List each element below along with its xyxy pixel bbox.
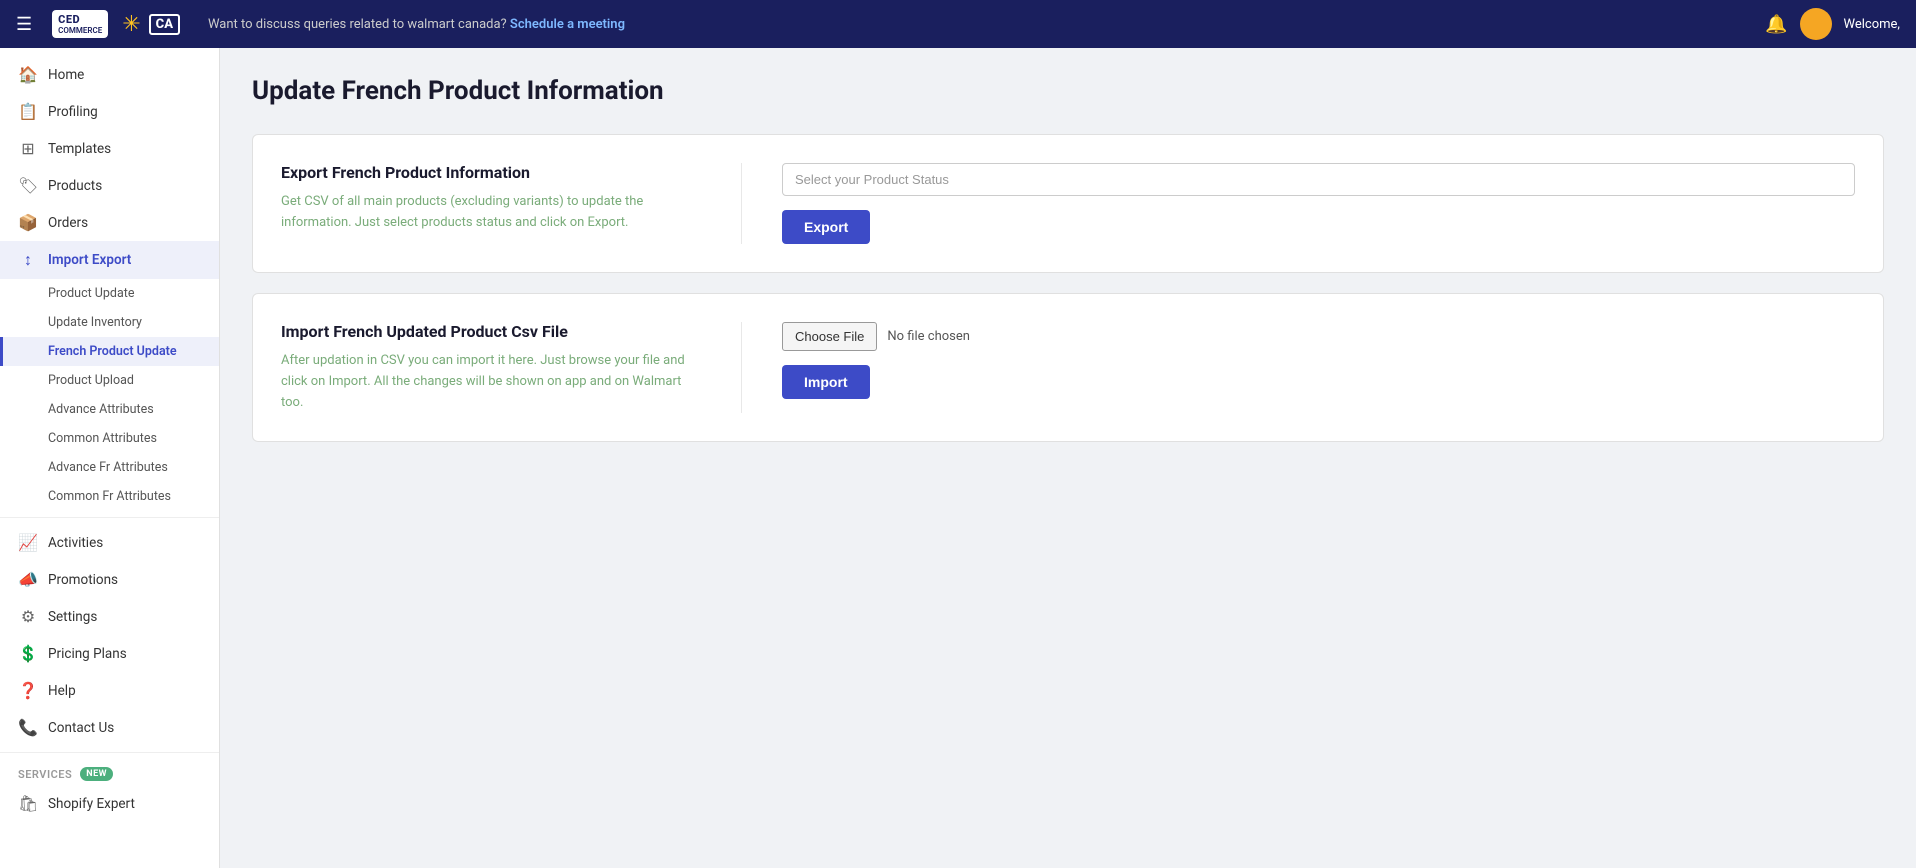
topbar-notice: Want to discuss queries related to walma… bbox=[208, 17, 1753, 32]
sidebar-item-activities[interactable]: 📈 Activities bbox=[0, 524, 219, 561]
logo-sub: COMMERCE bbox=[58, 26, 102, 35]
pricing-plans-icon: 💲 bbox=[18, 644, 38, 663]
export-card-desc: Get CSV of all main products (excluding … bbox=[281, 192, 701, 234]
import-card: Import French Updated Product Csv File A… bbox=[252, 293, 1884, 442]
sidebar-label-help: Help bbox=[48, 683, 76, 699]
products-icon: 🏷 bbox=[18, 176, 38, 195]
page-title: Update French Product Information bbox=[252, 76, 1884, 106]
sidebar-item-profiling[interactable]: 📋 Profiling bbox=[0, 93, 219, 130]
templates-icon: ⊞ bbox=[18, 139, 38, 158]
help-icon: ❓ bbox=[18, 681, 38, 700]
export-card-right: Select your Product Status Published Unp… bbox=[782, 163, 1855, 244]
sidebar-sub-common-attributes[interactable]: Common Attributes bbox=[0, 424, 219, 453]
main-content: Update French Product Information Export… bbox=[220, 48, 1916, 868]
import-button[interactable]: Import bbox=[782, 365, 870, 399]
ca-badge: CA bbox=[149, 14, 180, 35]
settings-icon: ⚙ bbox=[18, 607, 38, 626]
sidebar-sub-common-fr-attributes[interactable]: Common Fr Attributes bbox=[0, 482, 219, 511]
sidebar-item-contact-us[interactable]: 📞 Contact Us bbox=[0, 709, 219, 746]
export-card-divider bbox=[741, 163, 742, 244]
sidebar-label-templates: Templates bbox=[48, 141, 111, 157]
sidebar-item-templates[interactable]: ⊞ Templates bbox=[0, 130, 219, 167]
orders-icon: 📦 bbox=[18, 213, 38, 232]
file-upload-row: Choose File No file chosen bbox=[782, 322, 1855, 351]
no-file-label: No file chosen bbox=[887, 329, 970, 344]
sidebar-item-home[interactable]: 🏠 Home bbox=[0, 56, 219, 93]
choose-file-button[interactable]: Choose File bbox=[782, 322, 877, 351]
export-button[interactable]: Export bbox=[782, 210, 870, 244]
schedule-meeting-link[interactable]: Schedule a meeting bbox=[510, 17, 625, 32]
body-layout: 🏠 Home 📋 Profiling ⊞ Templates 🏷 Product… bbox=[0, 48, 1916, 868]
new-badge: NEW bbox=[80, 767, 113, 781]
sidebar-item-products[interactable]: 🏷 Products bbox=[0, 167, 219, 204]
home-icon: 🏠 bbox=[18, 65, 38, 84]
logo-text: CED bbox=[58, 13, 102, 26]
sidebar-item-promotions[interactable]: 📣 Promotions bbox=[0, 561, 219, 598]
contact-us-icon: 📞 bbox=[18, 718, 38, 737]
sidebar-item-settings[interactable]: ⚙ Settings bbox=[0, 598, 219, 635]
activities-icon: 📈 bbox=[18, 533, 38, 552]
sidebar-label-profiling: Profiling bbox=[48, 104, 98, 120]
sidebar-sub-update-inventory[interactable]: Update Inventory bbox=[0, 308, 219, 337]
shopify-icon: 🛍 bbox=[18, 794, 38, 813]
sidebar-item-help[interactable]: ❓ Help bbox=[0, 672, 219, 709]
sidebar-label-shopify-expert: Shopify Expert bbox=[48, 796, 135, 812]
sidebar-sub-french-product-update[interactable]: French Product Update bbox=[0, 337, 219, 366]
logo: CED COMMERCE ✳ CA bbox=[52, 10, 180, 38]
export-card: Export French Product Information Get CS… bbox=[252, 134, 1884, 273]
import-card-left: Import French Updated Product Csv File A… bbox=[281, 322, 701, 413]
sidebar-item-import-export[interactable]: ↕ Import Export bbox=[0, 241, 219, 279]
sidebar-sub-product-upload[interactable]: Product Upload bbox=[0, 366, 219, 395]
sidebar-label-home: Home bbox=[48, 67, 84, 83]
import-export-icon: ↕ bbox=[18, 250, 38, 270]
bell-icon[interactable]: 🔔 bbox=[1765, 14, 1787, 35]
sidebar-label-promotions: Promotions bbox=[48, 572, 118, 588]
sidebar-sub-menu: Product Update Update Inventory French P… bbox=[0, 279, 219, 511]
sidebar: 🏠 Home 📋 Profiling ⊞ Templates 🏷 Product… bbox=[0, 48, 220, 868]
sidebar-label-activities: Activities bbox=[48, 535, 103, 551]
sidebar-label-orders: Orders bbox=[48, 215, 88, 231]
import-card-divider bbox=[741, 322, 742, 413]
welcome-text: Welcome, bbox=[1844, 17, 1900, 32]
sidebar-sub-product-update[interactable]: Product Update bbox=[0, 279, 219, 308]
sidebar-item-orders[interactable]: 📦 Orders bbox=[0, 204, 219, 241]
services-label: SERVICES NEW bbox=[0, 759, 219, 785]
avatar[interactable] bbox=[1800, 8, 1832, 40]
sidebar-sub-advance-fr-attributes[interactable]: Advance Fr Attributes bbox=[0, 453, 219, 482]
ced-logo-box: CED COMMERCE bbox=[52, 10, 108, 38]
sidebar-label-contact-us: Contact Us bbox=[48, 720, 114, 736]
export-card-title: Export French Product Information bbox=[281, 163, 701, 182]
import-card-desc: After updation in CSV you can import it … bbox=[281, 351, 701, 413]
sidebar-label-products: Products bbox=[48, 178, 102, 194]
sidebar-sub-advance-attributes[interactable]: Advance Attributes bbox=[0, 395, 219, 424]
sidebar-item-shopify-expert[interactable]: 🛍 Shopify Expert bbox=[0, 785, 219, 822]
export-card-left: Export French Product Information Get CS… bbox=[281, 163, 701, 234]
import-card-right: Choose File No file chosen Import bbox=[782, 322, 1855, 399]
sidebar-label-pricing-plans: Pricing Plans bbox=[48, 646, 127, 662]
sidebar-item-pricing-plans[interactable]: 💲 Pricing Plans bbox=[0, 635, 219, 672]
promotions-icon: 📣 bbox=[18, 570, 38, 589]
sidebar-label-settings: Settings bbox=[48, 609, 97, 625]
hamburger-icon[interactable]: ☰ bbox=[16, 14, 32, 35]
topbar: ☰ CED COMMERCE ✳ CA Want to discuss quer… bbox=[0, 0, 1916, 48]
import-card-title: Import French Updated Product Csv File bbox=[281, 322, 701, 341]
sidebar-label-import-export: Import Export bbox=[48, 252, 131, 268]
profiling-icon: 📋 bbox=[18, 102, 38, 121]
product-status-select[interactable]: Select your Product Status Published Unp… bbox=[782, 163, 1855, 196]
walmart-star-icon: ✳ bbox=[122, 12, 140, 37]
topbar-right: 🔔 Welcome, bbox=[1765, 8, 1900, 40]
